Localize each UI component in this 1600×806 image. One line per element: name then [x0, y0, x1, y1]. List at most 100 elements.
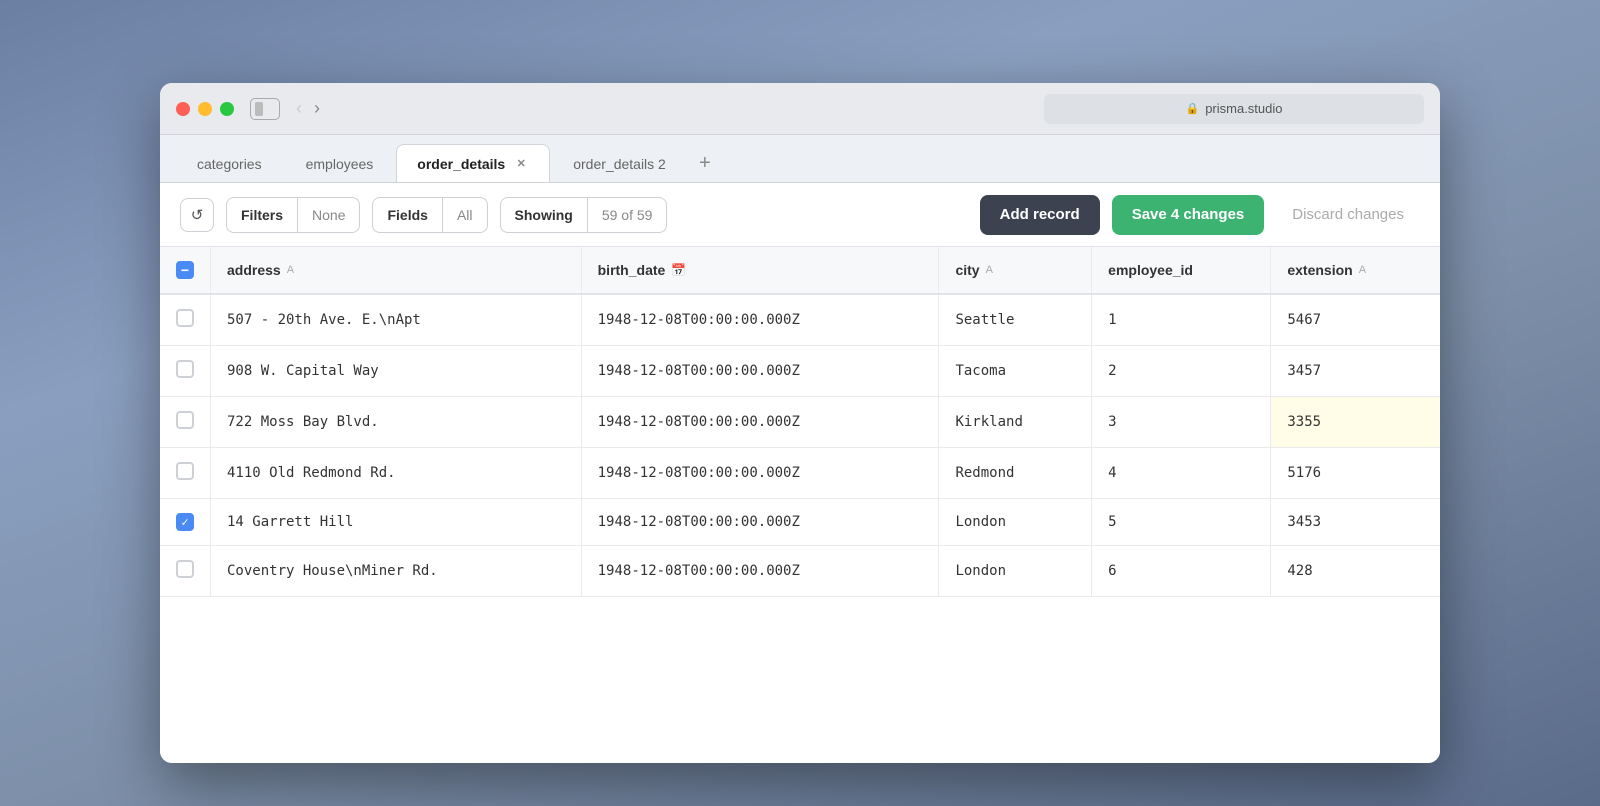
minimize-button[interactable] [198, 102, 212, 116]
table-row: 507 - 20th Ave. E.\nApt1948-12-08T00:00:… [160, 294, 1440, 346]
th-birth-date-label: birth_date [598, 262, 666, 278]
row-city[interactable]: Tacoma [939, 346, 1092, 397]
row-checkbox[interactable] [176, 411, 194, 429]
maximize-button[interactable] [220, 102, 234, 116]
add-record-button[interactable]: Add record [980, 195, 1100, 235]
th-city-type: A [986, 264, 993, 276]
tab-order-details[interactable]: order_details ✕ [396, 144, 550, 182]
row-employee-id[interactable]: 5 [1092, 499, 1271, 546]
row-birth-date[interactable]: 1948-12-08T00:00:00.000Z [581, 499, 939, 546]
url-text: prisma.studio [1205, 101, 1282, 116]
row-city[interactable]: London [939, 546, 1092, 597]
row-checkbox-cell: ✓ [160, 499, 211, 546]
row-extension[interactable]: 5467 [1271, 294, 1440, 346]
tab-categories[interactable]: categories [176, 144, 283, 182]
fields-group[interactable]: Fields All [372, 197, 487, 233]
row-address[interactable]: 908 W. Capital Way [211, 346, 582, 397]
tab-add-button[interactable]: + [689, 144, 721, 182]
row-birth-date[interactable]: 1948-12-08T00:00:00.000Z [581, 294, 939, 346]
row-birth-date[interactable]: 1948-12-08T00:00:00.000Z [581, 346, 939, 397]
th-extension[interactable]: extension A [1271, 247, 1440, 294]
address-bar[interactable]: 🔒 prisma.studio [1044, 94, 1424, 124]
row-extension[interactable]: 3355 [1271, 397, 1440, 448]
showing-group: Showing 59 of 59 [500, 197, 668, 233]
row-employee-id[interactable]: 3 [1092, 397, 1271, 448]
th-birth-date[interactable]: birth_date 📅 [581, 247, 939, 294]
th-extension-label: extension [1287, 262, 1352, 278]
tab-order-details-2[interactable]: order_details 2 [552, 144, 687, 182]
row-checkbox-cell [160, 546, 211, 597]
showing-value: 59 of 59 [588, 198, 667, 232]
fields-label: Fields [373, 198, 442, 232]
row-checkbox[interactable] [176, 462, 194, 480]
sidebar-toggle[interactable] [250, 98, 280, 120]
row-checkbox[interactable]: ✓ [176, 513, 194, 531]
th-employee-id[interactable]: employee_id [1092, 247, 1271, 294]
tab-employees[interactable]: employees [285, 144, 395, 182]
filters-group[interactable]: Filters None [226, 197, 360, 233]
row-employee-id[interactable]: 4 [1092, 448, 1271, 499]
table-row: Coventry House\nMiner Rd.1948-12-08T00:0… [160, 546, 1440, 597]
row-city[interactable]: Redmond [939, 448, 1092, 499]
th-employee-id-label: employee_id [1108, 262, 1193, 278]
table-header-row: − address A birth_date 📅 [160, 247, 1440, 294]
table-row: 722 Moss Bay Blvd.1948-12-08T00:00:00.00… [160, 397, 1440, 448]
filters-label: Filters [227, 198, 298, 232]
tab-order-details-2-label: order_details 2 [573, 156, 666, 172]
forward-arrow[interactable]: › [314, 98, 320, 119]
row-city[interactable]: London [939, 499, 1092, 546]
row-address[interactable]: 4110 Old Redmond Rd. [211, 448, 582, 499]
row-city[interactable]: Seattle [939, 294, 1092, 346]
row-birth-date[interactable]: 1948-12-08T00:00:00.000Z [581, 448, 939, 499]
discard-changes-button[interactable]: Discard changes [1276, 195, 1420, 235]
row-address[interactable]: 722 Moss Bay Blvd. [211, 397, 582, 448]
toolbar: ↺ Filters None Fields All Showing 59 of … [160, 183, 1440, 247]
row-extension[interactable]: 3457 [1271, 346, 1440, 397]
app-window: ‹ › 🔒 prisma.studio categories employees… [160, 83, 1440, 763]
row-extension[interactable]: 428 [1271, 546, 1440, 597]
row-checkbox-cell [160, 397, 211, 448]
row-checkbox[interactable] [176, 360, 194, 378]
th-address-type: A [287, 264, 294, 276]
table-container: − address A birth_date 📅 [160, 247, 1440, 763]
traffic-lights [176, 102, 234, 116]
close-button[interactable] [176, 102, 190, 116]
back-arrow[interactable]: ‹ [296, 98, 302, 119]
row-employee-id[interactable]: 1 [1092, 294, 1271, 346]
data-table: − address A birth_date 📅 [160, 247, 1440, 597]
select-all-checkbox[interactable]: − [176, 261, 194, 279]
showing-label: Showing [501, 198, 588, 232]
filters-value: None [298, 198, 359, 232]
save-changes-button[interactable]: Save 4 changes [1112, 195, 1265, 235]
th-city[interactable]: city A [939, 247, 1092, 294]
row-birth-date[interactable]: 1948-12-08T00:00:00.000Z [581, 397, 939, 448]
tab-close-icon[interactable]: ✕ [513, 156, 529, 172]
table-row: 908 W. Capital Way1948-12-08T00:00:00.00… [160, 346, 1440, 397]
row-checkbox[interactable] [176, 560, 194, 578]
row-birth-date[interactable]: 1948-12-08T00:00:00.000Z [581, 546, 939, 597]
nav-arrows: ‹ › [296, 98, 320, 119]
tab-order-details-label: order_details [417, 156, 505, 172]
table-row: 4110 Old Redmond Rd.1948-12-08T00:00:00.… [160, 448, 1440, 499]
row-extension[interactable]: 5176 [1271, 448, 1440, 499]
th-birth-date-icon: 📅 [671, 263, 686, 277]
th-checkbox: − [160, 247, 211, 294]
row-address[interactable]: 14 Garrett Hill [211, 499, 582, 546]
row-checkbox-cell [160, 294, 211, 346]
tab-categories-label: categories [197, 156, 262, 172]
lock-icon: 🔒 [1185, 102, 1199, 115]
row-extension[interactable]: 3453 [1271, 499, 1440, 546]
th-address[interactable]: address A [211, 247, 582, 294]
sidebar-icon [255, 102, 263, 116]
th-extension-type: A [1359, 264, 1366, 276]
row-checkbox[interactable] [176, 309, 194, 327]
row-address[interactable]: 507 - 20th Ave. E.\nApt [211, 294, 582, 346]
row-employee-id[interactable]: 2 [1092, 346, 1271, 397]
refresh-button[interactable]: ↺ [180, 198, 214, 232]
row-employee-id[interactable]: 6 [1092, 546, 1271, 597]
row-address[interactable]: Coventry House\nMiner Rd. [211, 546, 582, 597]
fields-value: All [443, 198, 487, 232]
th-address-label: address [227, 262, 281, 278]
row-city[interactable]: Kirkland [939, 397, 1092, 448]
table-row: ✓ 14 Garrett Hill1948-12-08T00:00:00.000Z… [160, 499, 1440, 546]
